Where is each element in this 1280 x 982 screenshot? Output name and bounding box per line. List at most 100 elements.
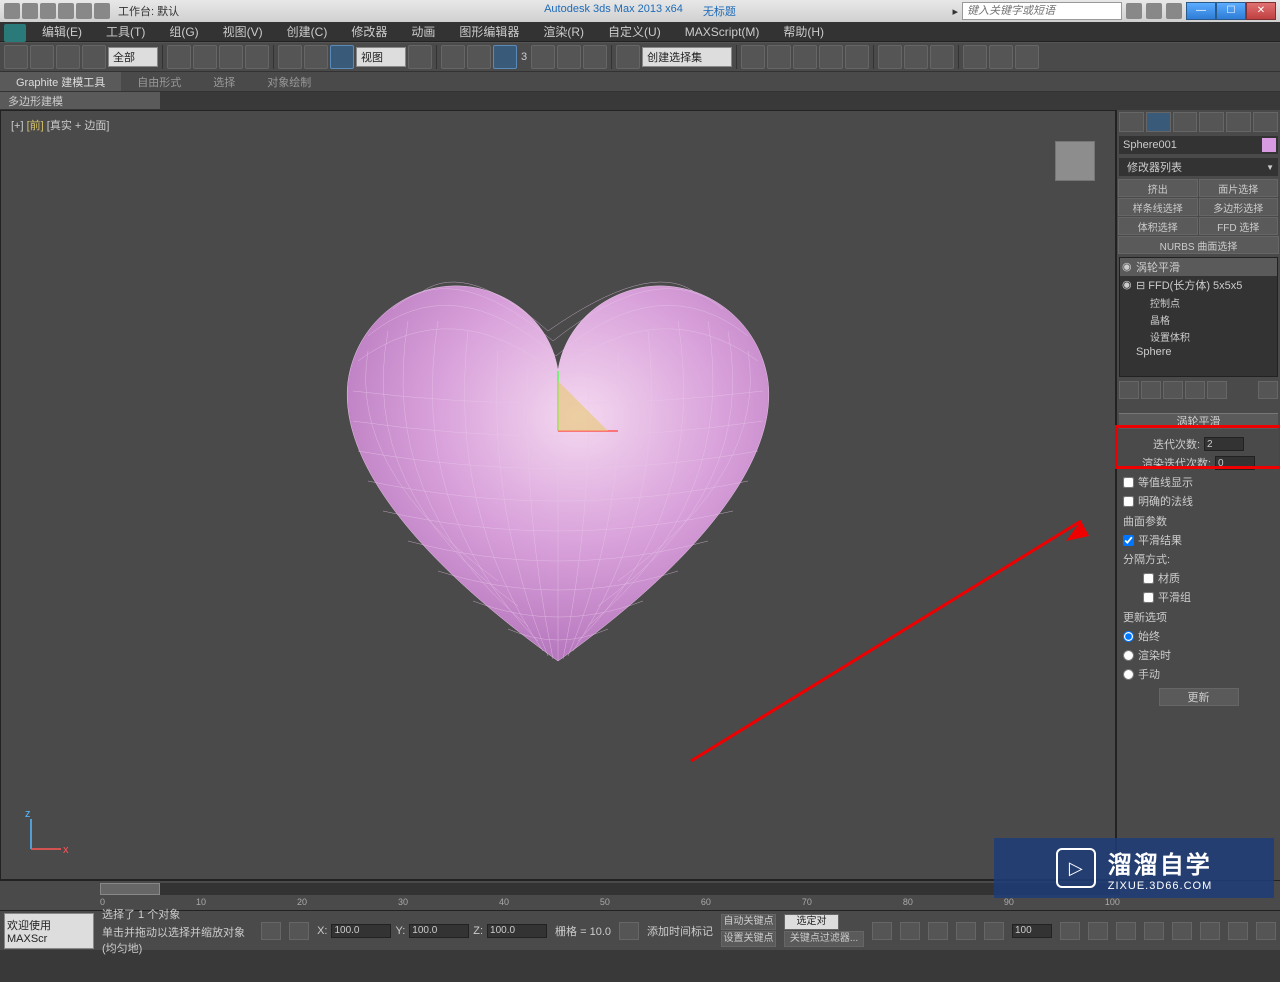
ribbon-tab-freeform[interactable]: 自由形式: [121, 72, 197, 91]
update-always-radio[interactable]: [1123, 631, 1134, 642]
create-tab-icon[interactable]: [1119, 112, 1144, 132]
undo-button[interactable]: [4, 45, 28, 69]
menu-modifiers[interactable]: 修改器: [339, 23, 399, 40]
ribbon-panel-polymod[interactable]: 多边形建模: [0, 92, 160, 110]
menu-views[interactable]: 视图(V): [211, 23, 275, 40]
stack-ffd-volume[interactable]: 设置体积: [1120, 328, 1277, 345]
lock-selection-icon[interactable]: [261, 922, 281, 940]
maximize-button[interactable]: ☐: [1216, 2, 1246, 20]
menu-graph-editors[interactable]: 图形编辑器: [447, 23, 531, 40]
menu-tools[interactable]: 工具(T): [94, 23, 157, 40]
refcoord-dropdown[interactable]: 视图: [356, 47, 406, 67]
redo-icon[interactable]: [76, 3, 92, 19]
select-name-button[interactable]: [193, 45, 217, 69]
zoom-extents-icon[interactable]: [1144, 922, 1164, 940]
menu-group[interactable]: 组(G): [157, 23, 210, 40]
mod-btn-extrude[interactable]: 挤出: [1118, 179, 1198, 197]
percent-snap-button[interactable]: [557, 45, 581, 69]
ribbon-tab-paint[interactable]: 对象绘制: [251, 72, 327, 91]
mod-btn-poly-select[interactable]: 多边形选择: [1199, 198, 1279, 216]
render-last-button[interactable]: [963, 45, 987, 69]
configure-sets-icon[interactable]: [1207, 381, 1227, 399]
ribbon-tab-selection[interactable]: 选择: [197, 72, 251, 91]
link-button[interactable]: [56, 45, 80, 69]
material-editor-button[interactable]: [878, 45, 902, 69]
spinner-snap-button[interactable]: [583, 45, 607, 69]
fov-icon[interactable]: [1172, 922, 1192, 940]
viewport-label[interactable]: [+] [前] [真实 + 边面]: [11, 117, 109, 133]
selection-filter-dropdown[interactable]: 全部: [108, 47, 158, 67]
goto-start-icon[interactable]: [872, 922, 892, 940]
modifier-stack[interactable]: ◉涡轮平滑 ◉⊟ FFD(长方体) 5x5x5 控制点 晶格 设置体积 Sphe…: [1119, 257, 1278, 377]
named-selection-dropdown[interactable]: 创建选择集: [642, 47, 732, 67]
keyboard-shortcut-button[interactable]: [467, 45, 491, 69]
x-coord-input[interactable]: [331, 924, 391, 938]
select-rect-button[interactable]: [219, 45, 243, 69]
modifier-list-dropdown[interactable]: 修改器列表: [1119, 158, 1278, 176]
hierarchy-tab-icon[interactable]: [1173, 112, 1198, 132]
time-slider-track[interactable]: [100, 883, 1120, 895]
angle-snap-button[interactable]: [531, 45, 555, 69]
update-render-radio[interactable]: [1123, 650, 1134, 661]
normals-checkbox[interactable]: [1123, 496, 1134, 507]
unlink-button[interactable]: [82, 45, 106, 69]
stack-ffd-control-points[interactable]: 控制点: [1120, 294, 1277, 311]
open-icon[interactable]: [22, 3, 38, 19]
render-button[interactable]: [989, 45, 1013, 69]
modify-tab-icon[interactable]: [1146, 112, 1171, 132]
rotate-button[interactable]: [304, 45, 328, 69]
menu-rendering[interactable]: 渲染(R): [531, 23, 596, 40]
menu-animation[interactable]: 动画: [399, 23, 447, 40]
selected-dropdown[interactable]: 选定对: [784, 914, 839, 930]
menu-edit[interactable]: 编辑(E): [30, 23, 94, 40]
menu-create[interactable]: 创建(C): [275, 23, 340, 40]
render-frame-button[interactable]: [930, 45, 954, 69]
mod-btn-ffd-select[interactable]: FFD 选择: [1199, 217, 1279, 235]
setkey-button[interactable]: 设置关键点: [721, 931, 776, 947]
minimize-button[interactable]: —: [1186, 2, 1216, 20]
smooth-result-checkbox[interactable]: [1123, 535, 1134, 546]
help-icon[interactable]: [1166, 3, 1182, 19]
maximize-viewport-icon[interactable]: [1256, 922, 1276, 940]
zoom-all-icon[interactable]: [1116, 922, 1136, 940]
remove-modifier-icon[interactable]: [1185, 381, 1205, 399]
pan-icon[interactable]: [1200, 922, 1220, 940]
link-icon[interactable]: [94, 3, 110, 19]
curve-editor-button[interactable]: [819, 45, 843, 69]
object-name-field[interactable]: Sphere001: [1119, 136, 1278, 154]
menu-help[interactable]: 帮助(H): [771, 23, 836, 40]
viewport-front[interactable]: [+] [前] [真实 + 边面]: [0, 110, 1116, 880]
goto-end-icon[interactable]: [984, 922, 1004, 940]
current-frame-input[interactable]: [1012, 924, 1052, 938]
mod-btn-vol-select[interactable]: 体积选择: [1118, 217, 1198, 235]
add-time-tag-label[interactable]: 添加时间标记: [647, 923, 713, 939]
manipulate-button[interactable]: [441, 45, 465, 69]
play-icon[interactable]: [928, 922, 948, 940]
stack-turbosmooth[interactable]: ◉涡轮平滑: [1120, 258, 1277, 276]
z-coord-input[interactable]: [487, 924, 547, 938]
align-button[interactable]: [767, 45, 791, 69]
pivot-button[interactable]: [408, 45, 432, 69]
scale-button[interactable]: [330, 45, 354, 69]
move-button[interactable]: [278, 45, 302, 69]
stack-ffd-lattice[interactable]: 晶格: [1120, 311, 1277, 328]
stack-sphere[interactable]: Sphere: [1120, 345, 1277, 359]
lock-icon[interactable]: [289, 922, 309, 940]
update-manual-radio[interactable]: [1123, 669, 1134, 680]
zoom-icon[interactable]: [1088, 922, 1108, 940]
render-setup-button[interactable]: [904, 45, 928, 69]
orbit-icon[interactable]: [1228, 922, 1248, 940]
undo-icon[interactable]: [58, 3, 74, 19]
menu-customize[interactable]: 自定义(U): [596, 23, 673, 40]
snap-toggle-button[interactable]: [493, 45, 517, 69]
mod-btn-patch-select[interactable]: 面片选择: [1199, 179, 1279, 197]
prev-frame-icon[interactable]: [900, 922, 920, 940]
mirror-button[interactable]: [741, 45, 765, 69]
layers-button[interactable]: [793, 45, 817, 69]
show-end-result-icon[interactable]: [1141, 381, 1161, 399]
infocenter-icon[interactable]: [1126, 3, 1142, 19]
window-crossing-button[interactable]: [245, 45, 269, 69]
display-tab-icon[interactable]: [1226, 112, 1251, 132]
new-icon[interactable]: [4, 3, 20, 19]
time-tag-icon[interactable]: [619, 922, 639, 940]
